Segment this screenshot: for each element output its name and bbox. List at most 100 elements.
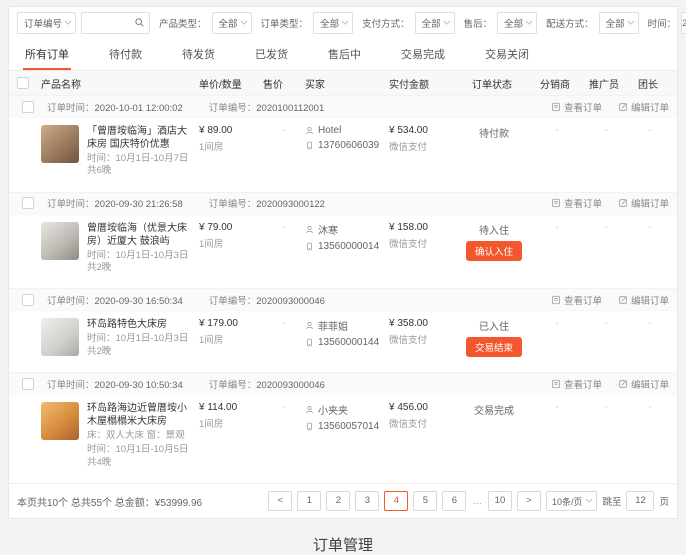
page-button-5[interactable]: 5 (413, 491, 437, 511)
order-checkbox[interactable] (22, 294, 34, 306)
quantity: 1间房 (199, 139, 263, 153)
order-no-label: 订单编号： (209, 380, 257, 391)
order-row: 环岛路海边近曾厝垵小木屋榻榻米大床房 床：双人大床 窗：景观 时间：10月1日-… (9, 395, 677, 477)
order-checkbox[interactable] (22, 197, 34, 209)
chevron-down-icon (341, 20, 349, 25)
tab-completed[interactable]: 交易完成 (399, 39, 447, 70)
promoter: - (581, 222, 631, 233)
col-promoter: 推广员 (581, 76, 631, 91)
pay-method: 微信支付 (389, 332, 455, 346)
delivery-select[interactable]: 全部 (599, 12, 639, 34)
order-number: 2020093000046 (256, 380, 325, 391)
page-title: 订单管理 (0, 534, 686, 555)
prev-page-button[interactable]: < (268, 491, 292, 511)
tab-pending-shipment[interactable]: 待发货 (180, 39, 217, 70)
next-page-button[interactable]: > (517, 491, 541, 511)
jump-page-input[interactable]: 12 (626, 491, 654, 511)
per-page-select[interactable]: 10条/页 (546, 491, 598, 511)
pagination-ellipsis: … (471, 496, 483, 507)
chevron-down-icon (627, 20, 635, 25)
view-order-button[interactable]: 查看订单 (551, 377, 602, 391)
table-footer: 本页共10个 总共55个 总金额：¥53999.96 < 1 2 3 4 5 6… (9, 483, 677, 518)
after-sale-label: 售后： (464, 16, 493, 30)
search-box (81, 12, 150, 34)
order-checkbox[interactable] (22, 101, 34, 113)
page-button-6[interactable]: 6 (442, 491, 466, 511)
tab-all-orders[interactable]: 所有订单 (23, 39, 71, 70)
product-thumbnail (41, 222, 79, 260)
buyer-name: Hotel (318, 125, 341, 136)
date-from-input[interactable]: 2020-09-10 (681, 12, 686, 34)
page-button-1[interactable]: 1 (297, 491, 321, 511)
tab-closed[interactable]: 交易关闭 (483, 39, 531, 70)
distributor: - (533, 402, 581, 413)
product-date: 时间：10月1日-10月3日 共2晚 (87, 333, 193, 358)
page-button-10[interactable]: 10 (488, 491, 512, 511)
product-name: 环岛路海边近曾厝垵小木屋榻榻米大床房 (87, 402, 193, 428)
order-row: 环岛路特色大床房 时间：10月1日-10月3日 共2晚 ¥ 179.001间房 … (9, 311, 677, 366)
edit-order-button[interactable]: 编辑订单 (618, 293, 669, 307)
person-icon (305, 225, 314, 234)
edit-order-button[interactable]: 编辑订单 (618, 377, 669, 391)
tab-pending-payment[interactable]: 待付款 (107, 39, 144, 70)
order-group: 订单时间：2020-09-30 16:50:34 订单编号：2020093000… (9, 288, 677, 366)
paid-amount: ¥ 358.00 (389, 318, 455, 329)
jump-to-label: 跳至 (602, 494, 621, 508)
select-all-checkbox[interactable] (17, 77, 29, 89)
col-product-name: 产品名称 (41, 76, 199, 91)
distributor: - (533, 222, 581, 233)
edit-order-button[interactable]: 编辑订单 (618, 100, 669, 114)
page-button-4-active[interactable]: 4 (384, 491, 408, 511)
tab-after-sale[interactable]: 售后中 (326, 39, 363, 70)
document-icon (551, 295, 561, 305)
view-order-button[interactable]: 查看订单 (551, 100, 602, 114)
sale-price: - (263, 222, 305, 233)
after-sale-select[interactable]: 全部 (497, 12, 537, 34)
search-type-select[interactable]: 订单编号 (17, 12, 76, 34)
chevron-down-icon (240, 20, 248, 25)
order-group-header: 订单时间：2020-10-01 12:00:02 订单编号：2020100112… (9, 95, 677, 118)
search-icon[interactable] (134, 17, 145, 28)
edit-icon (618, 295, 628, 305)
pay-method: 微信支付 (389, 139, 455, 153)
order-group: 订单时间：2020-09-30 21:26:58 订单编号：2020093000… (9, 192, 677, 283)
order-no-label: 订单编号： (209, 199, 257, 210)
order-group-header: 订单时间：2020-09-30 10:50:34 订单编号：2020093000… (9, 372, 677, 395)
quantity: 1间房 (199, 416, 263, 430)
tab-shipped[interactable]: 已发货 (253, 39, 290, 70)
pay-method-select[interactable]: 全部 (415, 12, 455, 34)
order-no-label: 订单编号： (209, 296, 257, 307)
view-order-button[interactable]: 查看订单 (551, 196, 602, 210)
promoter: - (581, 125, 631, 136)
order-status-tabs: 所有订单 待付款 待发货 已发货 售后中 交易完成 交易关闭 (9, 39, 677, 71)
edit-icon (618, 379, 628, 389)
phone-icon (305, 242, 314, 251)
view-order-button[interactable]: 查看订单 (551, 293, 602, 307)
page-button-2[interactable]: 2 (326, 491, 350, 511)
order-checkbox[interactable] (22, 378, 34, 390)
order-number: 2020100112001 (256, 103, 324, 114)
page-button-3[interactable]: 3 (355, 491, 379, 511)
unit-price: ¥ 79.00 (199, 222, 263, 233)
col-unit-price: 单价/数量 (199, 76, 263, 91)
sale-price: - (263, 318, 305, 329)
group-leader: - (631, 222, 669, 233)
chevron-down-icon (525, 20, 533, 25)
buyer-name: 菲菲姐 (318, 318, 348, 333)
confirm-checkin-button[interactable]: 确认入住 (466, 241, 522, 261)
paid-amount: ¥ 534.00 (389, 125, 455, 136)
order-time-label: 订单时间： (47, 103, 95, 114)
order-group: 订单时间：2020-10-01 12:00:02 订单编号：2020100112… (9, 95, 677, 186)
product-name: 「曾厝垵临海」酒店大床房 国庆特价优惠 (87, 125, 193, 151)
time-label: 时间： (648, 16, 677, 30)
order-type-select[interactable]: 全部 (313, 12, 353, 34)
product-name: 曾厝垵临海（优景大床房）近厦大 鼓浪屿 (87, 222, 193, 248)
unit-price: ¥ 114.00 (199, 402, 263, 413)
product-type-select[interactable]: 全部 (212, 12, 252, 34)
sale-price: - (263, 402, 305, 413)
finish-trade-button[interactable]: 交易结束 (466, 337, 522, 357)
chevron-down-icon (64, 20, 72, 25)
edit-icon (618, 198, 628, 208)
edit-order-button[interactable]: 编辑订单 (618, 196, 669, 210)
buyer-phone: 13760606039 (318, 140, 379, 151)
